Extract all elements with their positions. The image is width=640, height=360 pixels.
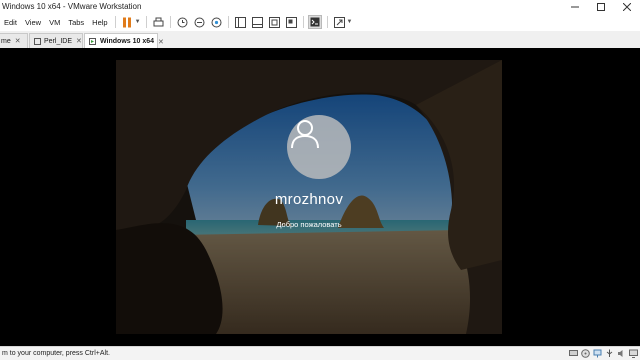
close-icon[interactable]: ✕ <box>158 38 164 46</box>
display-icon[interactable] <box>628 348 638 358</box>
revert-snapshot-icon[interactable] <box>192 15 206 29</box>
tab-label: Windows 10 x64 <box>100 38 155 45</box>
tab-bar: me ✕ Perl_IDE ✕ Windows 10 x64 ✕ <box>0 31 640 49</box>
tab-label: me <box>1 37 11 45</box>
sound-icon[interactable] <box>616 348 626 358</box>
toolbar-separator <box>169 16 171 28</box>
status-bar: m to your computer, press Ctrl+Alt. <box>0 346 640 360</box>
toolbar-separator <box>114 16 116 28</box>
maximize-icon[interactable] <box>588 0 614 13</box>
pause-dropdown-icon[interactable]: ▼ <box>135 19 141 25</box>
toolbar-separator <box>227 16 229 28</box>
menu-bar: Edit View VM Tabs Help ▼ ▼ <box>0 13 640 31</box>
user-avatar-icon <box>287 115 351 179</box>
vm-running-icon <box>89 38 97 45</box>
close-icon[interactable]: ✕ <box>15 37 21 45</box>
close-icon[interactable]: ✕ <box>76 37 82 45</box>
usb-icon[interactable] <box>604 348 614 358</box>
welcome-message: Добро пожаловать <box>276 220 342 229</box>
snapshot-manager-icon[interactable] <box>209 15 223 29</box>
guest-lock-screen[interactable]: mrozhnov Добро пожаловать <box>116 60 502 334</box>
tab-windows-10-x64[interactable]: Windows 10 x64 ✕ <box>84 33 164 49</box>
console-view-icon[interactable] <box>308 15 323 29</box>
network-icon[interactable] <box>592 348 602 358</box>
send-ctrl-alt-del-icon[interactable] <box>151 15 165 29</box>
unity-icon[interactable] <box>284 15 298 29</box>
minimize-icon[interactable] <box>562 0 588 13</box>
stretch-guest-icon[interactable] <box>332 15 346 29</box>
tab-perl-ide[interactable]: Perl_IDE ✕ <box>29 33 83 48</box>
thumbnail-icon[interactable] <box>250 15 264 29</box>
title-bar: Windows 10 x64 - VMware Workstation <box>0 0 640 13</box>
menu-tabs[interactable]: Tabs <box>64 18 88 27</box>
menu-vm[interactable]: VM <box>45 18 64 27</box>
menu-edit[interactable]: Edit <box>0 18 21 27</box>
fullscreen-icon[interactable] <box>267 15 281 29</box>
hard-disk-icon[interactable] <box>568 348 578 358</box>
window-title: Windows 10 x64 - VMware Workstation <box>2 2 142 11</box>
toolbar-separator <box>302 16 304 28</box>
vm-icon <box>34 37 41 45</box>
library-icon[interactable] <box>233 15 247 29</box>
toolbar-separator <box>145 16 147 28</box>
menu-view[interactable]: View <box>21 18 45 27</box>
close-icon[interactable] <box>614 0 640 13</box>
window-controls <box>562 0 640 13</box>
snapshot-icon[interactable] <box>175 15 189 29</box>
device-icons <box>566 348 638 358</box>
tab-home[interactable]: me ✕ <box>0 33 28 48</box>
toolbar-separator <box>326 16 328 28</box>
cd-dvd-icon[interactable] <box>580 348 590 358</box>
pause-icon[interactable] <box>120 15 134 29</box>
tab-label: Perl_IDE <box>44 37 73 45</box>
menu-help[interactable]: Help <box>88 18 111 27</box>
status-message: m to your computer, press Ctrl+Alt. <box>2 350 110 357</box>
vm-console[interactable]: mrozhnov Добро пожаловать <box>0 48 640 346</box>
user-name: mrozhnov <box>274 191 344 208</box>
stretch-dropdown-icon[interactable]: ▼ <box>347 19 353 25</box>
